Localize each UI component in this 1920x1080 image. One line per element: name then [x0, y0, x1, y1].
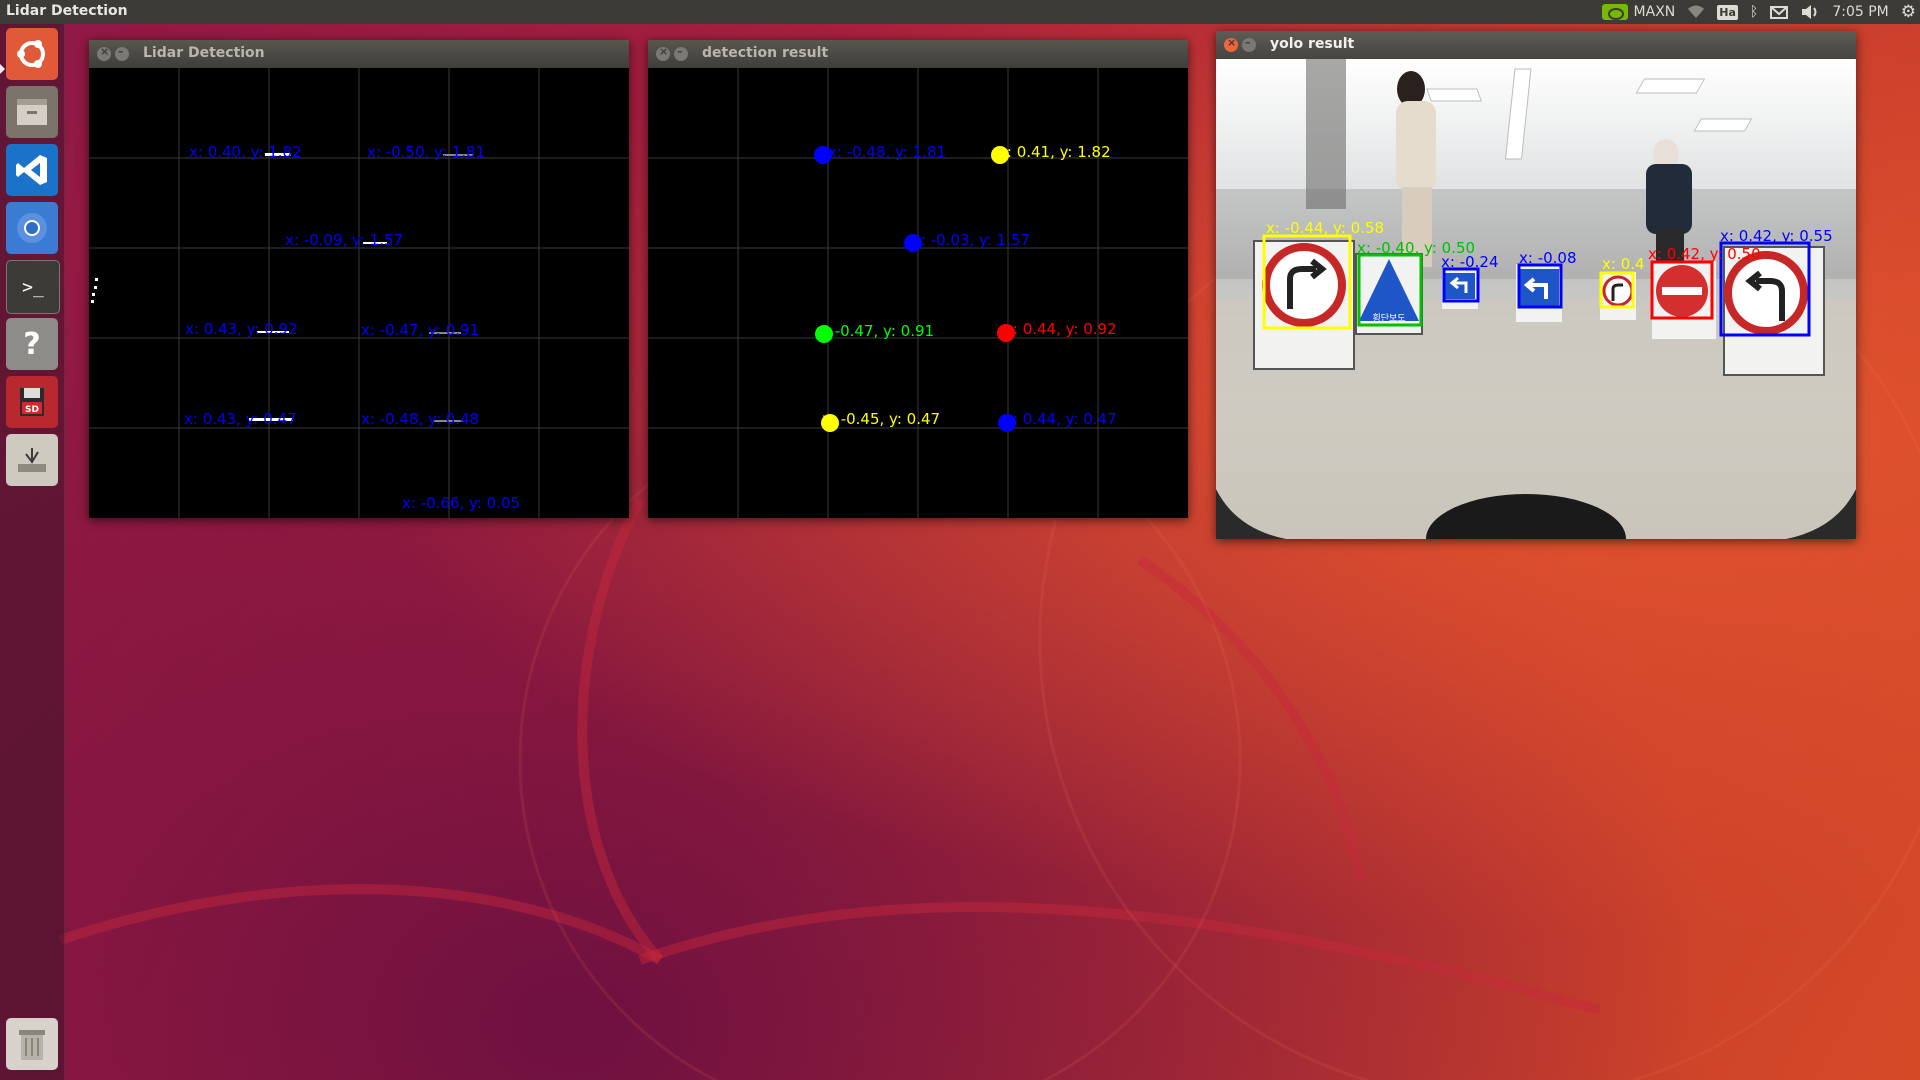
clock[interactable]: 7:05 PM: [1832, 4, 1888, 20]
yolo-camera-frame: 횡단보도 x: -0.44, y: 0.58 x: -0.40, y: 0.50…: [1216, 59, 1856, 539]
mail-icon[interactable]: [1770, 5, 1789, 19]
yolo-box-label: x: -0.24: [1441, 253, 1499, 271]
left-turn-sign: [1516, 264, 1562, 322]
detection-window-titlebar[interactable]: × – detection result: [648, 40, 1188, 68]
close-button[interactable]: ×: [97, 45, 111, 61]
no-entry-sign: [1652, 261, 1716, 339]
detection-canvas: x: -0.48, y: 1.81 x: 0.41, y: 1.82 x: -0…: [648, 68, 1188, 518]
crosswalk-sign-text: 횡단보도: [1372, 312, 1405, 324]
bluetooth-icon[interactable]: ᛒ: [1750, 4, 1758, 20]
lidar-canvas: x: 0.40, y: 1.82 x: -0.50, y: 1.81 x: -0…: [89, 68, 629, 518]
yolo-box-label: x: 0.42, y: 0.55: [1720, 227, 1833, 245]
close-button[interactable]: ×: [656, 45, 670, 61]
yolo-box-label: x: -0.44, y: 0.58: [1266, 219, 1384, 237]
chromium-icon[interactable]: [6, 202, 58, 254]
minimize-button[interactable]: –: [115, 45, 129, 61]
lidar-window-titlebar[interactable]: × – Lidar Detection: [89, 40, 629, 68]
active-app-title: Lidar Detection: [6, 3, 128, 19]
detection-label: x: -0.47, y: 0.91: [816, 322, 934, 340]
launcher: >_ ? SD: [0, 24, 65, 1080]
lidar-point-clusters: [91, 153, 473, 422]
window-title: detection result: [702, 45, 829, 61]
detection-label: x: -0.45, y: 0.47: [822, 410, 940, 428]
detection-result-window[interactable]: × – detection result x: -0.48, y: 1.81 x…: [648, 40, 1188, 518]
trash-icon[interactable]: [6, 1018, 58, 1070]
minimize-button[interactable]: –: [1242, 36, 1256, 52]
usb-drive-icon[interactable]: [6, 434, 58, 486]
grid: [648, 68, 1188, 518]
ceiling-lights: [1426, 68, 1753, 160]
files-icon[interactable]: [6, 86, 58, 138]
keyboard-layout-label: Ha: [1717, 4, 1738, 20]
window-title: Lidar Detection: [143, 45, 265, 61]
detection-label: x: -0.48, y: 1.81: [828, 143, 946, 161]
help-icon[interactable]: ?: [6, 318, 58, 370]
yolo-result-window[interactable]: × – yolo result 횡단보도 x: -0.44, y: 0.58 x…: [1216, 31, 1856, 539]
lidar-label: x: -0.09, y: 1.57: [285, 231, 403, 249]
svg-text:SD: SD: [25, 405, 39, 415]
lidar-label: x: -0.66, y: 0.05: [402, 494, 520, 512]
lidar-detection-window[interactable]: × – Lidar Detection x: 0.40, y: 1.82 x: …: [89, 40, 629, 518]
volume-icon[interactable]: [1800, 4, 1820, 20]
settings-gear-icon[interactable]: ⚙: [1901, 2, 1916, 22]
detection-label: x: 0.41, y: 1.82: [998, 143, 1111, 161]
sd-card-icon[interactable]: SD: [6, 376, 58, 428]
yolo-box-label: x: -0.08: [1519, 249, 1577, 267]
running-indicator: [0, 64, 5, 74]
left-turn-sign-small: [1442, 269, 1478, 309]
person-standing: [1396, 71, 1436, 267]
detection-label: x: 0.44, y: 0.92: [1004, 320, 1117, 338]
nvidia-icon: [1601, 4, 1628, 20]
wifi-icon[interactable]: [1687, 5, 1705, 19]
doorway: [1306, 59, 1346, 209]
lidar-label: x: -0.48, y: 0.48: [361, 410, 479, 428]
yolo-window-titlebar[interactable]: × – yolo result: [1216, 31, 1856, 59]
grid: [89, 68, 629, 518]
crosswalk-sign: 횡단보도: [1355, 253, 1423, 335]
lidar-label: x: 0.43, y: 0.92: [185, 320, 298, 338]
ubuntu-dash-icon[interactable]: [6, 28, 58, 80]
system-tray: MAXN Ha ᛒ 7:05 PM ⚙: [1601, 0, 1916, 24]
top-panel: Lidar Detection MAXN Ha ᛒ 7:05 PM ⚙: [0, 0, 1920, 24]
lidar-label: x: 0.40, y: 1.82: [189, 143, 302, 161]
vscode-icon[interactable]: [6, 144, 58, 196]
small-right-turn-sign: [1600, 272, 1636, 320]
detection-label: x: 0.44, y: 0.47: [1004, 410, 1117, 428]
power-mode-label: MAXN: [1633, 4, 1676, 20]
yolo-box-label: x: 0.4: [1602, 255, 1645, 273]
terminal-icon[interactable]: >_: [6, 260, 60, 314]
window-title: yolo result: [1270, 36, 1355, 52]
right-turn-sign: [1253, 240, 1355, 370]
lidar-label: x: -0.47, y: 0.91: [361, 321, 479, 339]
keyboard-layout-indicator[interactable]: Ha: [1717, 4, 1738, 20]
detection-label: x: -0.03, y: 1.57: [912, 231, 1030, 249]
lidar-label: x: 0.43, y: 0.47: [184, 410, 297, 428]
lidar-label: x: -0.50, y: 1.81: [367, 143, 485, 161]
minimize-button[interactable]: –: [674, 45, 688, 61]
power-mode-indicator[interactable]: MAXN: [1601, 4, 1676, 20]
yolo-box-label: x: 0.42, y: 0.50: [1648, 245, 1761, 263]
close-button[interactable]: ×: [1224, 36, 1238, 52]
